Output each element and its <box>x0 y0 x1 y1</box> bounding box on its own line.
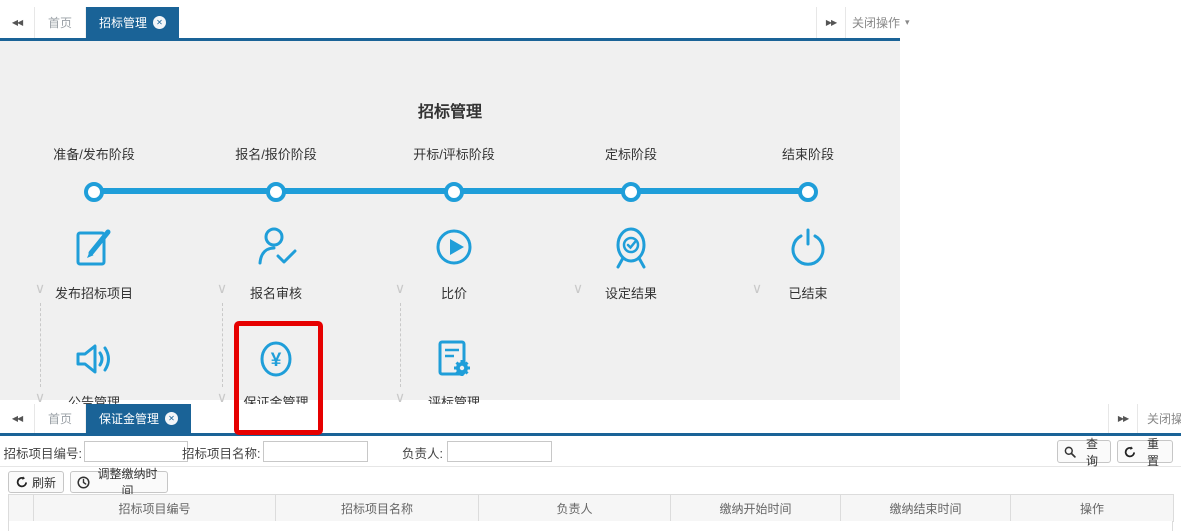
dashed-connector <box>400 303 401 387</box>
tab-home-top[interactable]: 首页 <box>35 7 86 38</box>
scroll-right-icon[interactable]: ▶▶ <box>1108 404 1138 433</box>
close-tab-icon[interactable]: ✕ <box>165 412 178 425</box>
search-form: 招标项目编号: 招标项目名称: 负责人: 查 询 重 置 <box>0 436 1181 467</box>
project-name-label: 招标项目名称: <box>182 443 260 462</box>
dashed-connector <box>40 303 41 387</box>
user-check-icon[interactable] <box>253 224 299 275</box>
scroll-left-icon[interactable]: ◀◀ <box>0 7 35 38</box>
search-button[interactable]: 查 询 <box>1057 440 1111 463</box>
power-icon[interactable] <box>785 224 831 275</box>
announcement-speaker-icon[interactable] <box>72 337 116 386</box>
timeline-dot-5 <box>798 182 818 202</box>
tab-home-bottom[interactable]: 首页 <box>35 404 86 433</box>
project-code-input[interactable] <box>84 441 188 462</box>
result-badge-icon[interactable] <box>608 224 654 275</box>
close-operations-menu-bottom[interactable]: 关闭操作 ▾ <box>1147 404 1181 433</box>
tab-deposit-management[interactable]: 保证金管理 ✕ <box>86 404 191 433</box>
refresh-button[interactable]: 刷新 <box>8 471 64 493</box>
timeline-dot-1 <box>84 182 104 202</box>
close-operations-label: 关闭操作 <box>1147 410 1181 427</box>
scroll-left-glyph: ◀◀ <box>12 414 22 423</box>
reset-refresh-icon <box>1124 446 1136 458</box>
grid-header-actions: 操作 <box>1011 495 1174 521</box>
stage-label-prepare: 准备/发布阶段 <box>24 144 164 163</box>
scroll-right-glyph: ▶▶ <box>1118 414 1128 423</box>
grid-header-select <box>9 495 34 521</box>
tab-home-label: 首页 <box>48 410 72 427</box>
close-operations-label: 关闭操作 <box>852 14 900 31</box>
app-window: ◀◀ 首页 招标管理 ✕ ▶▶ 关闭操作 ▾ 招标管理 准备/发布阶段 报名/报… <box>0 0 1181 531</box>
reset-button-label: 重 置 <box>1140 435 1166 469</box>
grid-header-project-code: 招标项目编号 <box>34 495 276 521</box>
flow-item-publish-project-label[interactable]: 发布招标项目 <box>24 283 164 302</box>
evaluation-doc-gear-icon[interactable] <box>432 337 476 386</box>
tab-home-label: 首页 <box>48 14 72 31</box>
refresh-icon <box>16 476 28 488</box>
dashed-connector <box>222 303 223 387</box>
flow-item-price-compare-label[interactable]: 比价 <box>384 283 524 302</box>
person-in-charge-input[interactable] <box>447 441 552 462</box>
flow-item-ended-label[interactable]: 已结束 <box>738 283 878 302</box>
tab-bidding-label: 招标管理 <box>99 14 147 31</box>
tabbar-top: ◀◀ 首页 招标管理 ✕ ▶▶ 关闭操作 ▾ <box>0 7 900 38</box>
tab-deposit-label: 保证金管理 <box>99 410 159 427</box>
reset-button[interactable]: 重 置 <box>1117 440 1173 463</box>
adjust-payment-time-button[interactable]: 调整缴纳时间 <box>70 471 168 493</box>
flow-item-set-result-label[interactable]: 设定结果 <box>561 283 701 302</box>
close-tab-icon[interactable]: ✕ <box>153 16 166 29</box>
refresh-button-label: 刷新 <box>32 474 56 491</box>
red-highlight-box <box>234 321 323 435</box>
stage-label-award: 定标阶段 <box>561 144 701 163</box>
grid-header-row: 招标项目编号 招标项目名称 负责人 缴纳开始时间 缴纳结束时间 操作 <box>8 494 1174 522</box>
close-operations-menu-top[interactable]: 关闭操作 ▾ <box>852 7 910 38</box>
scroll-left-glyph: ◀◀ <box>12 18 22 27</box>
grid-toolbar: 刷新 调整缴纳时间 <box>0 467 1181 494</box>
scroll-right-glyph: ▶▶ <box>826 18 836 27</box>
grid-header-project-name: 招标项目名称 <box>276 495 479 521</box>
grid-body-empty <box>8 521 1173 531</box>
person-in-charge-label: 负责人: <box>361 443 443 462</box>
scroll-right-icon[interactable]: ▶▶ <box>816 7 846 38</box>
play-circle-icon[interactable] <box>431 224 477 275</box>
search-button-label: 查 询 <box>1080 435 1104 469</box>
stage-label-open: 开标/评标阶段 <box>384 144 524 163</box>
page-title: 招标管理 <box>0 98 900 122</box>
timeline-dot-3 <box>444 182 464 202</box>
scroll-left-icon[interactable]: ◀◀ <box>0 404 35 433</box>
grid-header-person: 负责人 <box>479 495 671 521</box>
edit-document-icon[interactable] <box>71 224 117 275</box>
timeline-dot-2 <box>266 182 286 202</box>
search-icon <box>1064 446 1076 458</box>
timeline-dot-4 <box>621 182 641 202</box>
grid-header-pay-start: 缴纳开始时间 <box>671 495 841 521</box>
project-code-label: 招标项目编号: <box>2 443 82 462</box>
stage-label-finish: 结束阶段 <box>738 144 878 163</box>
tabbar-bottom: ◀◀ 首页 保证金管理 ✕ ▶▶ 关闭操作 ▾ <box>0 404 1181 433</box>
flow-item-registration-review-label[interactable]: 报名审核 <box>206 283 346 302</box>
tab-bidding-management[interactable]: 招标管理 ✕ <box>86 7 179 38</box>
chevron-down-icon: ▾ <box>905 17 910 28</box>
project-name-input[interactable] <box>263 441 368 462</box>
stage-label-register: 报名/报价阶段 <box>206 144 346 163</box>
grid-header-pay-end: 缴纳结束时间 <box>841 495 1011 521</box>
clock-icon <box>77 476 90 489</box>
bidding-process-panel: 招标管理 准备/发布阶段 报名/报价阶段 开标/评标阶段 定标阶段 结束阶段 <box>0 41 900 400</box>
